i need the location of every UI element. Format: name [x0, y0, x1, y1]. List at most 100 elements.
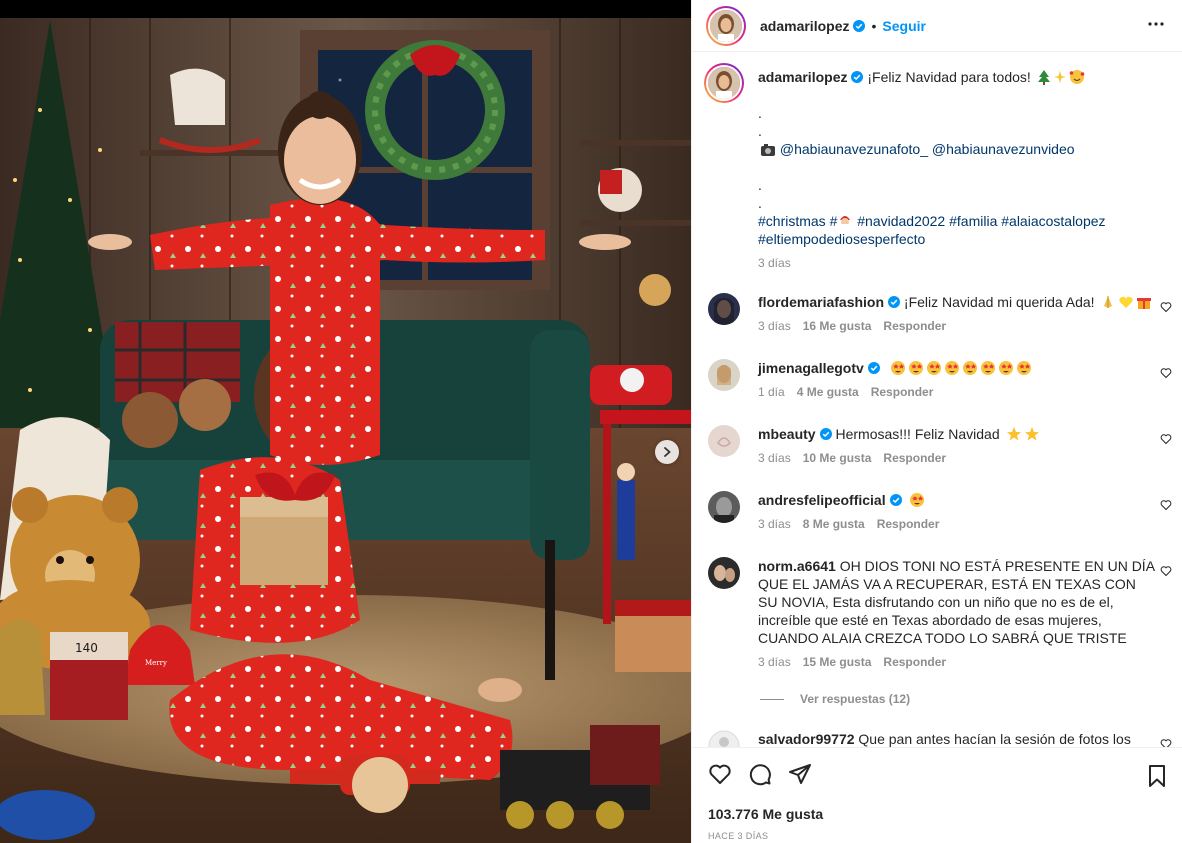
hashtag-link[interactable]: #christmas # — [758, 213, 837, 229]
star-icon — [1024, 427, 1039, 441]
caption-credits[interactable]: @habiaunavezunafoto_ @habiaunavezunvideo — [780, 141, 1075, 157]
comment-likes[interactable]: 10 Me gusta — [803, 451, 872, 465]
santa-icon — [840, 216, 851, 227]
view-replies-button[interactable]: Ver respuestas (12) — [760, 692, 910, 706]
avatar-image — [708, 359, 740, 391]
caption-text: ¡Feliz Navidad para todos! — [867, 69, 1031, 85]
comment-item: jimenagallegotv 1 día 4 Me gusta Responder — [706, 359, 1172, 409]
like-comment-heart-icon[interactable] — [1160, 738, 1172, 747]
caption-block: adamarilopez ¡Feliz Navidad para todos! … — [704, 63, 1172, 275]
comment-text: Que pan antes hacían la sesión de fotos … — [858, 731, 1131, 747]
avatar-image — [708, 425, 740, 457]
post-actions — [708, 762, 812, 786]
view-replies-label: Ver respuestas (12) — [800, 692, 911, 706]
reply-button[interactable]: Responder — [883, 655, 946, 669]
more-horizontal-icon — [1148, 22, 1164, 26]
like-comment-heart-icon[interactable] — [1160, 433, 1172, 445]
comment-username[interactable]: andresfelipeofficial — [758, 492, 886, 508]
replies-divider — [760, 698, 784, 700]
like-comment-heart-icon[interactable] — [1160, 499, 1172, 511]
commenter-avatar[interactable] — [708, 557, 740, 589]
comment-item: salvador99772 Que pan antes hacían la se… — [706, 730, 1172, 747]
post-header: adamarilopez • Seguir — [692, 0, 1182, 52]
comment-username[interactable]: flordemariafashion — [758, 294, 884, 310]
comment-text: ¡Feliz Navidad mi querida Ada! — [903, 294, 1095, 310]
avatar-image — [708, 67, 740, 99]
like-comment-heart-icon[interactable] — [1160, 565, 1172, 577]
post-footer: 103.776 Me gusta HACE 3 DÍAS — [692, 747, 1182, 843]
comment-time: 3 días — [758, 319, 791, 333]
christmas-tree-icon — [1037, 70, 1050, 85]
verified-badge-icon — [853, 19, 866, 32]
commenter-avatar[interactable] — [708, 359, 740, 391]
caption-avatar[interactable] — [704, 63, 744, 103]
follow-button[interactable]: Seguir — [882, 18, 926, 34]
star-struck-icon — [980, 361, 995, 375]
caption-dot-2: . — [758, 123, 762, 139]
smiling-face-with-hearts-icon — [1069, 70, 1084, 84]
comment-icon[interactable] — [748, 762, 772, 786]
comment-time: 3 días — [758, 655, 791, 669]
hashtag-link[interactable]: #eltiempodediosesperfecto — [758, 231, 925, 247]
comment-username[interactable]: mbeauty — [758, 426, 816, 442]
next-image-button[interactable] — [655, 440, 679, 464]
comment-username[interactable]: norm.a6641 — [758, 558, 836, 574]
comment-time: 3 días — [758, 517, 791, 531]
reply-button[interactable]: Responder — [883, 451, 946, 465]
caption-time: 3 días — [758, 256, 791, 270]
verified-badge-icon — [819, 428, 832, 440]
star-struck-icon — [890, 361, 905, 375]
verified-badge-icon — [851, 71, 864, 83]
post-side-panel: adamarilopez • Seguir adamarilopez ¡Feli… — [691, 0, 1182, 843]
hashtag-links[interactable]: #navidad2022 #familia #alaiacostalopez — [853, 213, 1105, 229]
caption-dot-1: . — [758, 105, 762, 121]
comment-time: 3 días — [758, 451, 791, 465]
star-struck-icon — [1016, 361, 1031, 375]
more-options-button[interactable] — [1144, 12, 1168, 39]
camera-icon — [761, 144, 775, 156]
like-comment-heart-icon[interactable] — [1160, 301, 1172, 313]
author-username[interactable]: adamarilopez — [760, 18, 849, 34]
commenter-avatar[interactable] — [708, 730, 740, 747]
ornament-text: Merry — [145, 659, 167, 667]
star-icon — [1006, 427, 1021, 441]
avatar-image — [708, 293, 740, 325]
sparkles-icon — [1053, 71, 1066, 83]
avatar-image — [710, 9, 742, 42]
star-struck-icon — [944, 361, 959, 375]
reply-button[interactable]: Responder — [883, 319, 946, 333]
christmas-photo-illustration: Merry 140 — [0, 0, 691, 843]
share-icon[interactable] — [788, 762, 812, 786]
post-photo[interactable]: Merry 140 — [0, 0, 691, 843]
like-comment-heart-icon[interactable] — [1160, 367, 1172, 379]
comment-time: 1 día — [758, 385, 785, 399]
comment-username[interactable]: salvador99772 — [758, 731, 855, 747]
box-text: 140 — [75, 641, 98, 655]
caption-username[interactable]: adamarilopez — [758, 69, 847, 85]
commenter-avatar[interactable] — [708, 491, 740, 523]
author-avatar[interactable] — [706, 5, 746, 46]
likes-count[interactable]: 103.776 Me gusta — [708, 806, 823, 822]
avatar-image — [708, 557, 740, 589]
star-struck-icon — [998, 361, 1013, 375]
verified-badge-icon — [889, 494, 902, 506]
reply-button[interactable]: Responder — [871, 385, 934, 399]
comment-likes[interactable]: 4 Me gusta — [797, 385, 859, 399]
comment-likes[interactable]: 16 Me gusta — [803, 319, 872, 333]
comment-item: andresfelipeofficial 3 días 8 Me gusta Res… — [706, 491, 1172, 541]
caption-dot-3: . — [758, 177, 762, 193]
comment-likes[interactable]: 8 Me gusta — [803, 517, 865, 531]
heart-icon[interactable] — [708, 762, 732, 786]
caption-credits-line: @habiaunavezunafoto_ @habiaunavezunvideo — [758, 140, 1158, 158]
post-modal: Merry 140 adamarilopez • Seguir adamaril… — [0, 0, 1182, 843]
bookmark-icon[interactable] — [1145, 764, 1169, 788]
comment-emojis — [888, 360, 1032, 376]
comment-likes[interactable]: 15 Me gusta — [803, 655, 872, 669]
avatar-image — [708, 491, 740, 523]
comments-scroll-area[interactable]: adamarilopez ¡Feliz Navidad para todos! … — [692, 52, 1182, 747]
commenter-avatar[interactable] — [708, 293, 740, 325]
commenter-avatar[interactable] — [708, 425, 740, 457]
caption-hashtags: #christmas # #navidad2022 #familia #alai… — [758, 212, 1158, 230]
comment-username[interactable]: jimenagallegotv — [758, 360, 864, 376]
reply-button[interactable]: Responder — [877, 517, 940, 531]
